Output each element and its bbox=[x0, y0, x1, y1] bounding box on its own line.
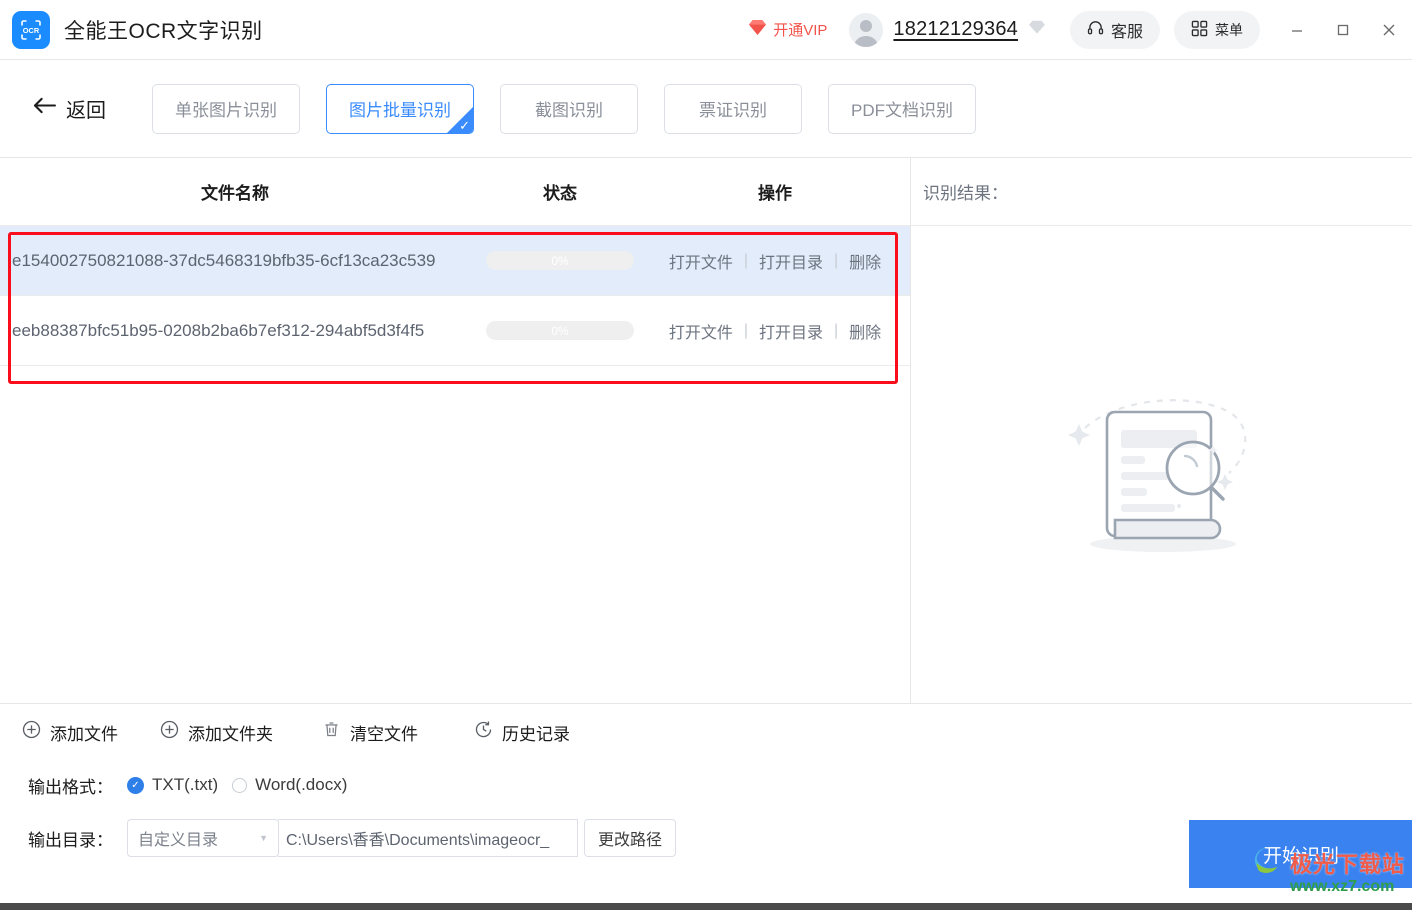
file-name: eeb88387bfc51b95-0208b2ba6b7ef312-294abf… bbox=[12, 320, 425, 340]
maximize-button[interactable] bbox=[1320, 0, 1366, 60]
add-file-button[interactable]: 添加文件 bbox=[22, 712, 160, 752]
tab-batch-image[interactable]: 图片批量识别 ✓ bbox=[326, 83, 474, 134]
main-content: 文件名称 状态 操作 e154002750821088-37dc5468319b… bbox=[0, 158, 1412, 703]
tab-receipt[interactable]: 票证识别 bbox=[664, 83, 802, 134]
title-bar: OCR 全能王OCR文字识别 开通VIP 18212129364 客服 菜单 bbox=[0, 0, 1412, 60]
tab-pdf-label: PDF文档识别 bbox=[851, 101, 953, 120]
tab-screenshot-label: 截图识别 bbox=[535, 101, 603, 120]
add-folder-label: 添加文件夹 bbox=[188, 724, 273, 744]
add-folder-button[interactable]: 添加文件夹 bbox=[160, 712, 322, 752]
clear-files-label: 清空文件 bbox=[350, 724, 418, 744]
history-button[interactable]: 历史记录 bbox=[474, 712, 624, 752]
file-status: 0% bbox=[470, 321, 650, 340]
customer-service-button[interactable]: 客服 bbox=[1069, 10, 1160, 49]
plus-circle-icon bbox=[22, 720, 41, 744]
avatar bbox=[849, 12, 884, 47]
tab-batch-image-label: 图片批量识别 bbox=[349, 101, 451, 120]
column-header-filename: 文件名称 bbox=[201, 184, 269, 203]
delete-link[interactable]: 删除 bbox=[849, 249, 881, 273]
account-number[interactable]: 18212129364 bbox=[893, 18, 1018, 41]
radio-unselected-icon bbox=[232, 777, 248, 793]
chevron-down-icon: ▼ bbox=[259, 833, 268, 843]
delete-link[interactable]: 删除 bbox=[849, 319, 881, 343]
format-option-txt-label: TXT(.txt) bbox=[152, 775, 219, 794]
progress-value: 0% bbox=[551, 323, 569, 338]
result-pane: 识别结果： bbox=[911, 158, 1412, 703]
output-format-label: 输出格式： bbox=[28, 777, 113, 797]
clear-files-button[interactable]: 清空文件 bbox=[322, 712, 474, 752]
tab-bar: 返回 单张图片识别 图片批量识别 ✓ 截图识别 票证识别 PDF文档识别 bbox=[0, 60, 1412, 158]
account-group[interactable]: 18212129364 bbox=[849, 12, 1046, 47]
column-header-actions: 操作 bbox=[758, 184, 792, 203]
open-file-link[interactable]: 打开文件 bbox=[669, 319, 733, 343]
progress-bar: 0% bbox=[486, 251, 634, 270]
column-header-status: 状态 bbox=[543, 184, 577, 203]
output-path-input[interactable]: C:\Users\香香\Documents\imageocr_ bbox=[278, 819, 578, 857]
directory-mode-value: 自定义目录 bbox=[138, 832, 219, 849]
format-option-txt[interactable]: ✓ TXT(.txt) bbox=[127, 775, 218, 795]
directory-mode-select[interactable]: 自定义目录 ▼ bbox=[127, 819, 279, 857]
progress-bar: 0% bbox=[486, 321, 634, 340]
tab-screenshot[interactable]: 截图识别 bbox=[500, 83, 638, 134]
app-window: OCR 全能王OCR文字识别 开通VIP 18212129364 客服 菜单 返… bbox=[0, 0, 1412, 910]
tab-list: 单张图片识别 图片批量识别 ✓ 截图识别 票证识别 PDF文档识别 bbox=[152, 83, 976, 134]
row-actions: 打开文件 | 打开目录 | 删除 bbox=[650, 249, 900, 273]
taskbar bbox=[0, 903, 1412, 910]
open-vip-button[interactable]: 开通VIP bbox=[748, 19, 827, 41]
open-folder-link[interactable]: 打开目录 bbox=[759, 319, 823, 343]
table-row[interactable]: e154002750821088-37dc5468319bfb35-6cf13c… bbox=[0, 226, 910, 296]
tab-receipt-label: 票证识别 bbox=[699, 101, 767, 120]
progress-value: 0% bbox=[551, 253, 569, 268]
output-directory-label: 输出目录： bbox=[28, 830, 113, 850]
file-name: e154002750821088-37dc5468319bfb35-6cf13c… bbox=[12, 250, 436, 270]
svg-text:OCR: OCR bbox=[23, 26, 40, 35]
diamond-icon bbox=[748, 19, 767, 41]
close-button[interactable] bbox=[1366, 0, 1412, 60]
open-vip-label: 开通VIP bbox=[773, 22, 828, 39]
open-file-link[interactable]: 打开文件 bbox=[669, 249, 733, 273]
document-search-illustration-icon bbox=[1067, 386, 1257, 566]
titlebar-right-group: 开通VIP 18212129364 客服 菜单 bbox=[748, 0, 1412, 60]
vip-badge-icon bbox=[1028, 19, 1046, 40]
customer-service-label: 客服 bbox=[1110, 23, 1143, 41]
output-format-row: 输出格式： ✓ TXT(.txt) Word(.docx) bbox=[0, 760, 1412, 810]
radio-selected-icon: ✓ bbox=[127, 776, 144, 794]
action-separator: | bbox=[834, 251, 839, 269]
action-separator: | bbox=[743, 321, 748, 339]
check-icon: ✓ bbox=[459, 117, 470, 133]
bottom-panel: 添加文件 添加文件夹 清空文件 历史记录 输出格式： ✓ TXT(.txt) W… bbox=[0, 703, 1412, 910]
action-separator: | bbox=[743, 251, 748, 269]
app-title: 全能王OCR文字识别 bbox=[64, 19, 263, 43]
trash-icon bbox=[322, 720, 341, 744]
change-path-button[interactable]: 更改路径 bbox=[584, 819, 677, 857]
start-recognition-button[interactable]: 开始识别 bbox=[1189, 820, 1412, 888]
plus-circle-icon bbox=[160, 720, 179, 744]
open-folder-link[interactable]: 打开目录 bbox=[759, 249, 823, 273]
file-list-pane: 文件名称 状态 操作 e154002750821088-37dc5468319b… bbox=[0, 158, 911, 703]
arrow-left-icon bbox=[32, 96, 57, 121]
table-row[interactable]: eeb88387bfc51b95-0208b2ba6b7ef312-294abf… bbox=[0, 296, 910, 366]
row-actions: 打开文件 | 打开目录 | 删除 bbox=[650, 319, 900, 343]
back-button[interactable]: 返回 bbox=[32, 94, 106, 123]
tab-single-image-label: 单张图片识别 bbox=[175, 101, 277, 120]
tab-pdf[interactable]: PDF文档识别 bbox=[828, 83, 976, 134]
result-header: 识别结果： bbox=[911, 158, 1412, 226]
back-label: 返回 bbox=[66, 100, 106, 122]
app-logo-icon: OCR bbox=[12, 10, 50, 49]
menu-button[interactable]: 菜单 bbox=[1174, 10, 1260, 49]
action-separator: | bbox=[834, 321, 839, 339]
format-option-word-label: Word(.docx) bbox=[255, 775, 348, 794]
minimize-button[interactable] bbox=[1274, 0, 1320, 60]
add-file-label: 添加文件 bbox=[50, 724, 118, 744]
file-table-header: 文件名称 状态 操作 bbox=[0, 158, 910, 226]
file-status: 0% bbox=[470, 251, 650, 270]
tab-single-image[interactable]: 单张图片识别 bbox=[152, 83, 300, 134]
history-label: 历史记录 bbox=[502, 724, 570, 744]
menu-label: 菜单 bbox=[1215, 21, 1243, 38]
history-clock-icon bbox=[474, 720, 493, 744]
bottom-action-bar: 添加文件 添加文件夹 清空文件 历史记录 bbox=[0, 704, 1412, 760]
grid-menu-icon bbox=[1191, 20, 1208, 40]
headset-icon bbox=[1087, 19, 1104, 41]
format-option-word[interactable]: Word(.docx) bbox=[232, 775, 347, 795]
